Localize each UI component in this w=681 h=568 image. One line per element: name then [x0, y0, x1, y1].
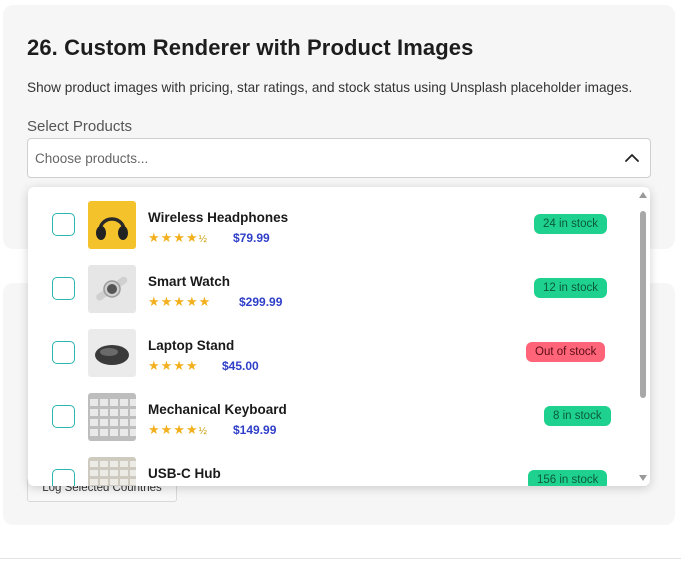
- stock-badge: 24 in stock: [534, 214, 607, 234]
- option-mechanical-keyboard[interactable]: Mechanical Keyboard ★★★★½ $149.99 8 in s…: [28, 379, 636, 443]
- option-smart-watch[interactable]: Smart Watch ★★★★★ $299.99 12 in stock: [28, 251, 636, 315]
- product-name: Wireless Headphones: [148, 210, 289, 225]
- star-rating: ★★★★½: [148, 230, 207, 245]
- section-description: Show product images with pricing, star r…: [27, 80, 633, 95]
- product-dropdown-menu: Wireless Headphones ★★★★½ $79.99 24 in s…: [28, 187, 650, 486]
- stock-badge: 12 in stock: [534, 278, 607, 298]
- product-image: [88, 393, 136, 441]
- product-name: Laptop Stand: [148, 338, 235, 353]
- option-checkbox[interactable]: [52, 341, 75, 364]
- dropdown-scrollbar[interactable]: [636, 187, 650, 486]
- scroll-thumb[interactable]: [640, 211, 646, 398]
- star-rating: ★★★★★: [148, 294, 212, 309]
- product-image: [88, 329, 136, 377]
- scroll-down-arrow-icon[interactable]: [639, 475, 647, 481]
- option-checkbox[interactable]: [52, 405, 75, 428]
- product-image: [88, 201, 136, 249]
- stock-badge: 8 in stock: [544, 406, 611, 426]
- option-checkbox[interactable]: [52, 277, 75, 300]
- option-checkbox[interactable]: [52, 469, 75, 486]
- stock-badge: Out of stock: [526, 342, 606, 362]
- product-price: $79.99: [233, 231, 270, 245]
- product-select[interactable]: Choose products...: [27, 138, 651, 178]
- product-price: $299.99: [239, 295, 283, 309]
- product-price: $45.00: [222, 359, 259, 373]
- stock-badge: 156 in stock: [528, 470, 608, 486]
- product-name: Smart Watch: [148, 274, 231, 289]
- scroll-up-arrow-icon[interactable]: [639, 192, 647, 198]
- star-rating: ★★★★: [148, 358, 199, 373]
- option-laptop-stand[interactable]: Laptop Stand ★★★★ $45.00 Out of stock: [28, 315, 636, 379]
- chevron-up-icon[interactable]: [624, 150, 640, 166]
- option-usb-c-hub[interactable]: USB-C Hub 156 in stock: [28, 443, 636, 486]
- select-placeholder: Choose products...: [35, 151, 149, 166]
- section-title: 26. Custom Renderer with Product Images: [27, 35, 474, 60]
- product-image: [88, 457, 136, 486]
- page: 26. Custom Renderer with Product Images …: [0, 0, 681, 568]
- star-rating: ★★★★½: [148, 422, 207, 437]
- product-name: Mechanical Keyboard: [148, 402, 287, 417]
- field-label: Select Products: [27, 118, 133, 135]
- product-image: [88, 265, 136, 313]
- option-wireless-headphones[interactable]: Wireless Headphones ★★★★½ $79.99 24 in s…: [28, 187, 636, 251]
- product-price: $149.99: [233, 423, 277, 437]
- divider: [0, 558, 681, 559]
- product-name: USB-C Hub: [148, 466, 221, 481]
- option-checkbox[interactable]: [52, 213, 75, 236]
